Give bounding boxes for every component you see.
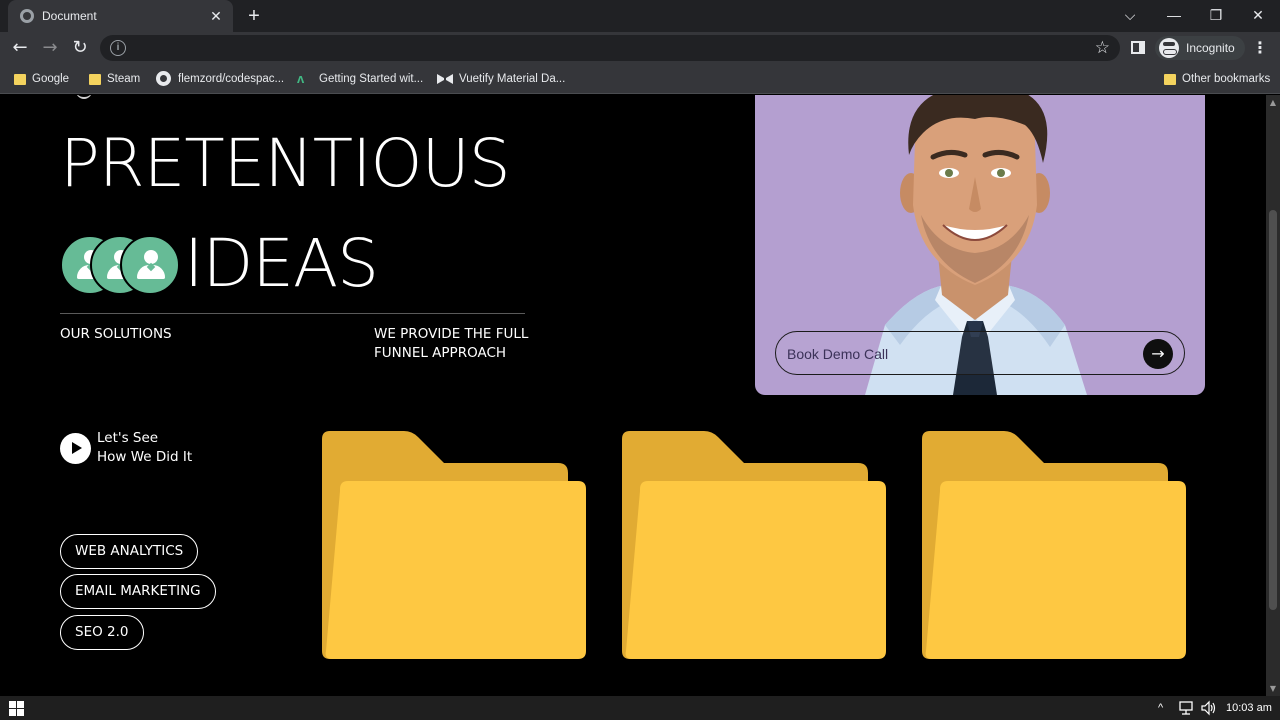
clock-time[interactable]: 10:03 am [1226,700,1272,716]
folder-card[interactable] [622,431,888,661]
bookmark-google[interactable]: Google [12,70,69,88]
play-icon[interactable] [60,433,91,464]
globe-icon [20,9,34,23]
pill-web-analytics[interactable]: WEB ANALYTICS [60,534,199,569]
logo-fragment [76,95,92,99]
play-text: Let's See How We Did It [97,429,192,467]
new-tab-button[interactable]: + [242,4,266,28]
windows-start-icon[interactable] [9,701,24,716]
reload-button[interactable]: ↻ [68,36,92,60]
folder-icon [1164,74,1176,85]
headline-pretentious: PRETENTIOUS [60,125,511,202]
tray-chevron-icon[interactable]: ^ [1158,700,1163,716]
browser-toolbar: ← → ↻ i ☆ [0,32,1280,64]
page-viewport: PRETENTIOUS IDEAS OUR SOLUTIONS WE PROVI… [0,95,1266,696]
bookmark-label: Steam [107,73,141,85]
incognito-badge[interactable]: Incognito [1155,36,1245,60]
folder-card[interactable] [922,431,1188,661]
hero-card: Book Demo Call → [755,95,1205,395]
forward-button[interactable]: → [38,36,62,60]
side-panel-icon[interactable] [1131,41,1145,54]
windows-taskbar: ^ 10:03 am [0,696,1280,720]
bookmark-label: Google [32,73,70,85]
pill-seo[interactable]: SEO 2.0 [60,615,144,650]
bookmark-label: flemzord/codespac... [178,73,285,85]
arrow-right-icon[interactable]: → [1143,339,1173,369]
scroll-up-icon[interactable]: ▲ [1268,98,1278,107]
our-solutions-label: OUR SOLUTIONS [60,326,172,342]
play-text-line1: Let's See [97,430,159,446]
bookmark-label: Getting Started wit... [319,73,424,85]
bookmark-label: Vuetify Material Da... [459,73,566,85]
bookmark-codespaces[interactable]: flemzord/codespac... [156,70,284,88]
bookmark-label: Other bookmarks [1182,73,1271,85]
tab-document[interactable]: Document ✕ [8,0,233,32]
tab-strip: Document ✕ + ⌵ — ❐ ✕ [0,0,1280,32]
scrollbar[interactable]: ▲ ▼ [1266,95,1280,696]
browser-menu-icon[interactable]: ⋮ [1250,36,1270,60]
folder-icon [89,74,101,85]
minimize-button[interactable]: — [1152,0,1196,32]
address-bar[interactable]: i ☆ [100,35,1120,61]
volume-icon[interactable] [1200,700,1218,716]
tab-title: Document [42,9,97,23]
github-icon [156,71,171,86]
other-bookmarks[interactable]: Other bookmarks [1162,70,1270,88]
pill-email-marketing[interactable]: EMAIL MARKETING [60,574,216,609]
bookmark-steam[interactable]: Steam [87,70,140,88]
back-button[interactable]: ← [8,36,32,60]
user-icon [120,235,180,295]
scroll-down-icon[interactable]: ▼ [1268,684,1278,693]
close-window-button[interactable]: ✕ [1236,0,1280,32]
headline-ideas: IDEAS [184,225,379,302]
restore-button[interactable]: ❐ [1194,0,1238,32]
folder-icon [14,74,26,85]
avatar-group [60,235,182,297]
book-demo-input[interactable]: Book Demo Call → [775,331,1185,375]
info-icon[interactable]: i [110,40,126,56]
incognito-label: Incognito [1186,41,1235,55]
network-icon[interactable] [1178,700,1196,716]
folder-icon [622,431,886,659]
play-video-link[interactable]: Let's See How We Did It [60,429,260,469]
bow-icon [437,74,453,84]
incognito-icon [1159,38,1179,58]
bookmark-getting-started[interactable]: ʌ Getting Started wit... [297,70,423,88]
bookmark-vuetify[interactable]: Vuetify Material Da... [437,70,565,88]
tab-search-icon[interactable]: ⌵ [1108,0,1152,32]
folder-card[interactable] [322,431,588,661]
bookmark-star-icon[interactable]: ☆ [1095,37,1110,59]
book-demo-placeholder: Book Demo Call [787,346,889,362]
divider [60,313,525,314]
bookmarks-bar: Google Steam flemzord/codespac... ʌ Gett… [0,64,1280,94]
folder-icon [922,431,1186,659]
play-text-line2: How We Did It [97,449,193,465]
scrollbar-thumb[interactable] [1269,210,1277,610]
funnel-approach-text: WE PROVIDE THE FULL FUNNEL APPROACH [374,326,529,361]
folder-icon [322,431,586,659]
vue-icon: ʌ [297,71,305,86]
tab-close-icon[interactable]: ✕ [207,7,225,25]
